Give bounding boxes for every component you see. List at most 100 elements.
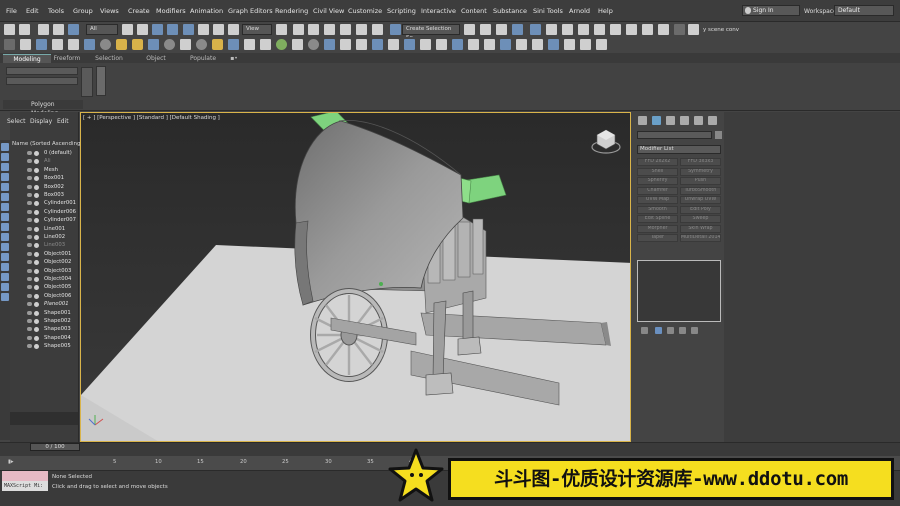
motion-tab-icon[interactable] — [680, 116, 689, 125]
visibility-eye-icon[interactable] — [27, 344, 32, 349]
visibility-eye-icon[interactable] — [27, 176, 32, 181]
make-unique-icon[interactable] — [667, 327, 674, 334]
tool-a-icon[interactable] — [4, 39, 15, 50]
remove-modifier-icon[interactable] — [679, 327, 686, 334]
modifier-set-button[interactable]: Symmetry — [680, 167, 721, 176]
explorer-tool-13-icon[interactable] — [1, 263, 9, 271]
tab-selection[interactable]: Selection — [94, 54, 124, 63]
a360-gallery-icon[interactable] — [674, 24, 685, 35]
visibility-eye-icon[interactable] — [27, 277, 32, 281]
modify-tab-icon[interactable] — [652, 116, 661, 125]
menu-edit[interactable]: Edit — [26, 7, 39, 15]
plane-icon[interactable] — [212, 39, 223, 50]
tool-s-icon[interactable] — [596, 39, 607, 50]
ribbon-expand-icon[interactable] — [96, 66, 106, 96]
explorer-row[interactable]: Object003 — [10, 267, 76, 275]
visibility-eye-icon[interactable] — [27, 184, 32, 189]
explorer-row[interactable]: Object002 — [10, 258, 76, 266]
unlink-icon[interactable] — [53, 24, 64, 35]
modifier-set-button[interactable]: TurboSmooth — [680, 186, 721, 195]
link-icon[interactable] — [38, 24, 49, 35]
mirror-icon[interactable] — [464, 24, 475, 35]
shapes-icon[interactable] — [356, 39, 367, 50]
script-icon[interactable] — [688, 24, 699, 35]
menu-interactive[interactable]: Interactive — [421, 7, 456, 15]
schematic-view-icon[interactable] — [562, 24, 573, 35]
explorer-row[interactable]: Cylinder007 — [10, 216, 76, 224]
maxscript-listener-top[interactable] — [2, 471, 48, 481]
reference-coordinate-dropdown[interactable]: View — [242, 24, 272, 35]
visibility-eye-icon[interactable] — [27, 201, 32, 206]
visibility-eye-icon[interactable] — [27, 260, 32, 265]
sphere-primitive-icon[interactable] — [308, 39, 319, 50]
explorer-tool-7-icon[interactable] — [1, 203, 9, 211]
select-object-icon[interactable] — [122, 24, 133, 35]
menu-tools[interactable]: Tools — [48, 7, 64, 15]
explorer-menu-display[interactable]: Display — [30, 118, 52, 125]
menu-substance[interactable]: Substance — [493, 7, 527, 15]
explorer-row[interactable]: Box002 — [10, 183, 76, 191]
camera-icon[interactable] — [244, 39, 255, 50]
modifier-set-button[interactable]: Smooth — [637, 205, 678, 214]
explorer-row[interactable]: Cylinder001 — [10, 199, 76, 207]
tool-n-icon[interactable] — [516, 39, 527, 50]
cone-icon[interactable] — [180, 39, 191, 50]
render-in-cloud-icon[interactable] — [658, 24, 669, 35]
object-name-field[interactable] — [637, 131, 712, 139]
helper-icon[interactable] — [276, 39, 287, 50]
explorer-tool-12-icon[interactable] — [1, 253, 9, 261]
explorer-scrollbar[interactable] — [10, 412, 78, 425]
select-and-rotate-icon[interactable] — [198, 24, 209, 35]
explorer-row[interactable]: Box001 — [10, 174, 76, 182]
explorer-tool-1-icon[interactable] — [1, 143, 9, 151]
pivot-center-icon[interactable] — [276, 24, 287, 35]
menu-sini-tools[interactable]: Sini Tools — [533, 7, 563, 15]
show-end-result-icon[interactable] — [655, 327, 662, 334]
modifier-set-button[interactable]: Spherify — [637, 177, 678, 185]
modifier-set-button[interactable]: MultiDetail 2014 — [680, 234, 721, 242]
visibility-eye-icon[interactable] — [27, 193, 32, 197]
explorer-tool-9-icon[interactable] — [1, 223, 9, 231]
explorer-row[interactable]: Shape004 — [10, 334, 76, 342]
tab-object-paint[interactable]: Object Paint — [138, 54, 174, 71]
pin-stack-icon[interactable] — [641, 327, 648, 334]
select-by-name-icon[interactable] — [137, 24, 148, 35]
modifier-set-button[interactable]: FFD 2x2x2 — [637, 158, 678, 166]
menu-scripting[interactable]: Scripting — [387, 7, 416, 15]
explorer-row[interactable]: Line003 — [10, 241, 76, 249]
explorer-row[interactable]: Object004 — [10, 275, 76, 283]
tool-b-icon[interactable] — [20, 39, 31, 50]
torus-icon[interactable] — [148, 39, 159, 50]
toggle-layer-explorer-icon[interactable] — [512, 24, 523, 35]
redo-icon[interactable] — [19, 24, 30, 35]
tool-e-icon[interactable] — [68, 39, 79, 50]
light-bulb-icon[interactable] — [388, 39, 399, 50]
visibility-eye-icon[interactable] — [27, 302, 32, 307]
explorer-row[interactable]: 0 (default) — [10, 149, 76, 157]
toggle-ribbon-icon[interactable] — [530, 24, 541, 35]
tool-l-icon[interactable] — [484, 39, 495, 50]
menu-views[interactable]: Views — [100, 7, 119, 15]
align-icon[interactable] — [480, 24, 491, 35]
workspaces-dropdown[interactable]: Default — [834, 5, 894, 16]
tool-r-icon[interactable] — [580, 39, 591, 50]
explorer-tool-16-icon[interactable] — [1, 293, 9, 301]
explorer-tool-6-icon[interactable] — [1, 193, 9, 201]
modifier-set-button[interactable]: Skin Wrap — [680, 224, 721, 233]
explorer-row[interactable]: Cylinder006 — [10, 208, 76, 216]
sphere-icon[interactable] — [100, 39, 111, 50]
visibility-eye-icon[interactable] — [27, 167, 32, 172]
modifier-set-button[interactable]: Sweep — [680, 215, 721, 223]
menu-modifiers[interactable]: Modifiers — [156, 7, 186, 15]
render-production-icon[interactable] — [626, 24, 637, 35]
menu-graph-editors[interactable]: Graph Editors — [228, 7, 273, 15]
create-tab-icon[interactable] — [638, 116, 647, 125]
hierarchy-tab-icon[interactable] — [666, 116, 675, 125]
curve-editor-icon[interactable] — [546, 24, 557, 35]
explorer-row[interactable]: Object001 — [10, 250, 76, 258]
light-icon[interactable] — [260, 39, 271, 50]
space-warp-icon[interactable] — [292, 39, 303, 50]
explorer-tool-3-icon[interactable] — [1, 163, 9, 171]
menu-group[interactable]: Group — [73, 7, 93, 15]
modifier-set-button[interactable]: Chamfer — [637, 186, 678, 195]
